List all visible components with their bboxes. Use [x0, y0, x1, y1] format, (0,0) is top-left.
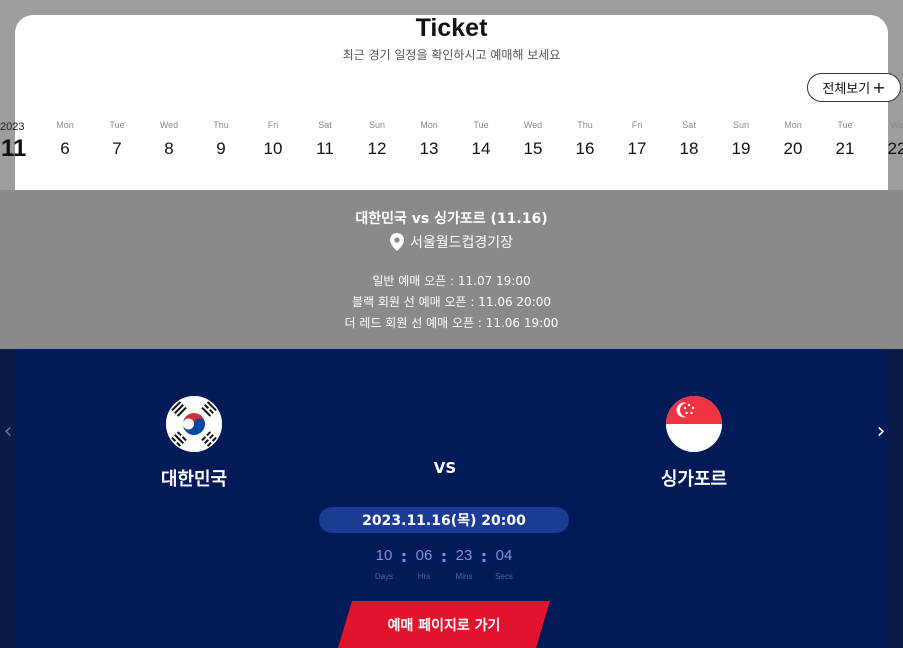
prev-arrow-icon[interactable]: ‹	[0, 419, 18, 444]
countdown-days-value: 10	[375, 547, 393, 564]
calendar-day[interactable]: We 22	[877, 118, 903, 159]
plus-icon: +	[872, 77, 886, 97]
vs-label: VS	[433, 459, 457, 477]
calendar-day-weekday: Sun	[732, 120, 749, 130]
match-info-band: 대한민국 vs 싱가포르 (11.16) 서울월드컵경기장 일반 예매 오픈 :…	[0, 190, 903, 349]
backdrop-edge-left	[0, 349, 15, 648]
calendar-day-weekday: Sun	[368, 120, 385, 130]
countdown-mins-value: 23	[455, 547, 473, 564]
next-arrow-icon[interactable]: ›	[871, 419, 891, 444]
open-line-black: 블랙 회원 선 예매 오픈 : 11.06 20:00	[351, 295, 552, 309]
open-line-general: 일반 예매 오픈 : 11.07 19:00	[372, 274, 531, 288]
calendar-day-weekday: Mon	[420, 120, 438, 130]
calendar-day[interactable]: Thu 16	[565, 118, 605, 159]
calendar-day-number: 6	[60, 139, 70, 158]
buy-ticket-label: 예매 페이지로 가기	[387, 618, 501, 634]
away-team: 싱가포르	[629, 396, 759, 491]
calendar-day[interactable]: Sun 12	[357, 118, 397, 159]
calendar-day-weekday: Sat	[318, 120, 332, 130]
calendar-day-number: 11	[316, 139, 334, 158]
calendar-day-weekday: Tue	[473, 120, 489, 130]
singapore-flag-icon	[666, 396, 722, 452]
calendar-day[interactable]: Fri 17	[617, 118, 657, 159]
view-all-label: 전체보기	[822, 82, 871, 97]
calendar-day-weekday: Fri	[267, 120, 279, 130]
calendar-day-number: 19	[731, 139, 751, 158]
calendar-day[interactable]: Fri 10	[253, 118, 293, 159]
countdown-mins-label: Mins	[455, 572, 473, 581]
calendar-day-number: 12	[367, 139, 387, 158]
calendar-day[interactable]: Tue 14	[461, 118, 501, 159]
calendar-day-number: 7	[112, 139, 122, 158]
open-line-the-red: 더 레드 회원 선 예매 오픈 : 11.06 19:00	[344, 316, 559, 330]
backdrop-edge-right	[888, 349, 903, 648]
match-title: 대한민국 vs 싱가포르 (11.16)	[355, 211, 548, 227]
venue-label: 서울월드컵경기장	[409, 235, 514, 251]
home-team: 대한민국	[129, 396, 259, 491]
calendar-day[interactable]: Thu 9	[201, 118, 241, 159]
countdown-secs-label: Secs	[495, 572, 513, 581]
calendar-day[interactable]: Wed 15	[513, 118, 553, 159]
countdown-mins: 23 Mins	[444, 547, 484, 581]
calendar-day-number: 16	[575, 139, 595, 158]
calendar-day-number: 13	[419, 139, 439, 158]
calendar-month: 11	[1, 135, 27, 162]
calendar-day[interactable]: Wed 8	[149, 118, 189, 159]
view-all-button[interactable]: 전체보기 +	[807, 73, 901, 102]
calendar-day-weekday: Wed	[159, 120, 179, 130]
countdown-days-label: Days	[374, 572, 394, 581]
korea-flag-icon	[166, 396, 222, 452]
countdown-hours: 06 Hrs	[404, 547, 444, 581]
home-team-name: 대한민국	[160, 469, 228, 490]
calendar-day-weekday: Wed	[523, 120, 543, 130]
date-calendar-strip: 2023 11 Mon 6 Tue 7 Wed 8 Thu 9 Fri 10 Sat 11 Sun 12 M…	[0, 118, 903, 168]
calendar-day-number: 10	[263, 139, 283, 158]
calendar-day-number: 14	[471, 139, 491, 158]
countdown-hours-value: 06	[415, 547, 433, 564]
buy-ticket-button[interactable]: 예매 페이지로 가기	[338, 601, 550, 648]
calendar-day-number: 21	[835, 139, 855, 158]
calendar-day-weekday: Mon	[56, 120, 74, 130]
calendar-day-weekday: We	[890, 120, 903, 130]
calendar-day-number: 8	[164, 139, 174, 158]
calendar-day-weekday: Fri	[631, 120, 643, 130]
calendar-day-weekday: Thu	[213, 120, 229, 130]
calendar-day-number: 18	[679, 139, 699, 158]
venue: 서울월드컵경기장	[0, 232, 903, 252]
calendar-day[interactable]: Sun 19	[721, 118, 761, 159]
calendar-day-weekday: Tue	[109, 120, 125, 130]
calendar-day-number: 17	[627, 139, 647, 158]
calendar-day-weekday: Tue	[837, 120, 853, 130]
match-section: ‹ › 대한민국 VS 싱가포르 2023.11.16(목) 20:00 10 …	[0, 349, 903, 648]
calendar-day[interactable]: Mon 20	[773, 118, 813, 159]
calendar-day[interactable]: Tue 21	[825, 118, 865, 159]
calendar-day-weekday: Mon	[784, 120, 802, 130]
calendar-day[interactable]: Sat 11	[305, 118, 345, 159]
page-subtitle: 최근 경기 일정을 확인하시고 예매해 보세요	[342, 48, 561, 62]
calendar-day-number: 20	[783, 139, 803, 158]
calendar-year: 2023	[0, 121, 25, 133]
calendar-day-weekday: Sat	[682, 120, 696, 130]
away-team-name: 싱가포르	[660, 469, 728, 490]
calendar-day-number: 9	[216, 139, 226, 158]
countdown-hours-label: Hrs	[417, 572, 431, 581]
calendar-day-number: 22	[887, 139, 903, 158]
calendar-day-number: 15	[523, 139, 543, 158]
page-title: Ticket	[415, 14, 488, 42]
calendar-day[interactable]: Sat 18	[669, 118, 709, 159]
countdown-days: 10 Days	[364, 547, 404, 581]
countdown-secs: 04 Secs	[484, 547, 524, 581]
location-pin-icon	[389, 233, 404, 251]
countdown-timer: 10 Days : 06 Hrs : 23 Mins : 04 Secs	[364, 547, 524, 589]
calendar-day-weekday: Thu	[577, 120, 593, 130]
calendar-day[interactable]: Tue 7	[97, 118, 137, 159]
calendar-day[interactable]: Mon 6	[45, 118, 85, 159]
calendar-day[interactable]: Mon 13	[409, 118, 449, 159]
countdown-secs-value: 04	[495, 547, 513, 564]
match-datetime: 2023.11.16(목) 20:00	[319, 507, 569, 533]
